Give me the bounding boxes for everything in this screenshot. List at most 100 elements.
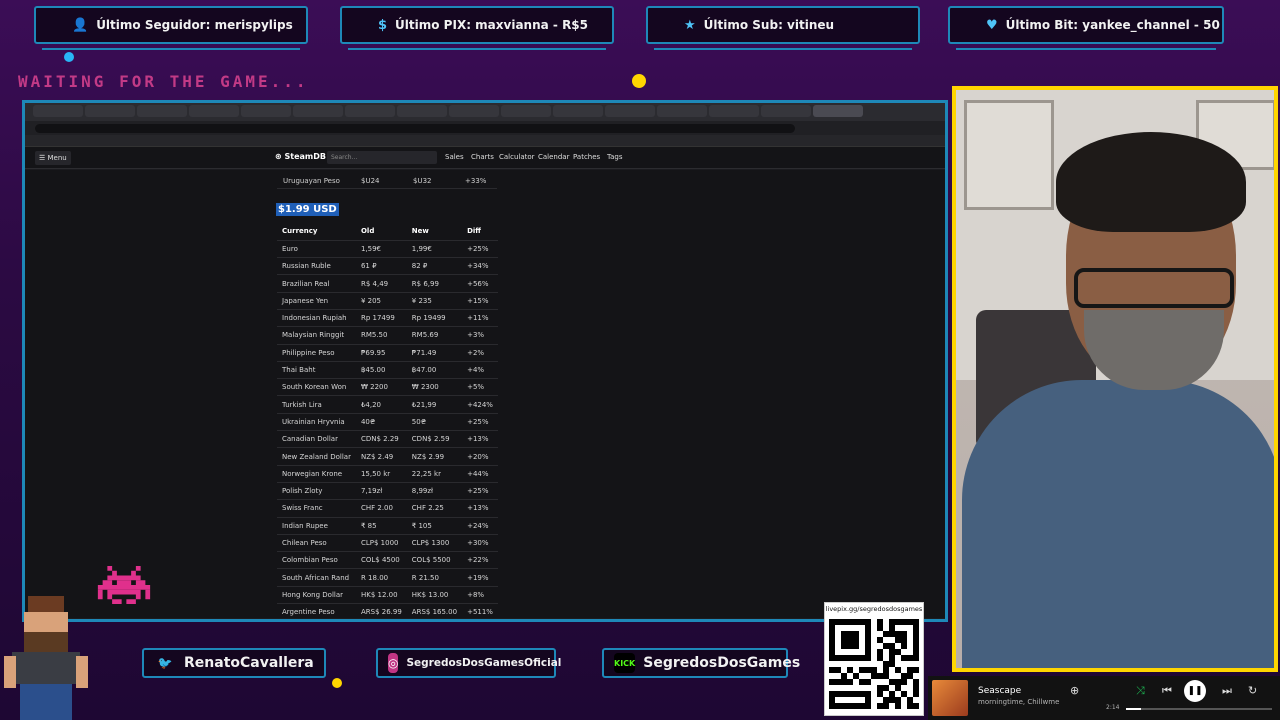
diff-cell: +11% [462, 309, 498, 328]
table-row: Swiss Franc CHF 2.00 CHF 2.25 +13% [277, 499, 498, 518]
new-price-cell: ₺21,99 [406, 395, 463, 414]
diff-cell: +24% [462, 517, 498, 535]
column-header: Old [355, 223, 407, 241]
waiting-banner: WAITING FOR THE GAME... [18, 72, 309, 91]
column-header: New [406, 223, 463, 241]
progress-bar[interactable] [1126, 708, 1272, 710]
browser-tab[interactable] [657, 105, 707, 117]
table-row: Indonesian Rupiah Rp 17499 Rp 19499 +11% [277, 309, 498, 328]
table-row: Colombian Peso COL$ 4500 COL$ 5500 +22% [277, 551, 498, 570]
currency-cell: Ukrainian Hryvnia [277, 413, 356, 432]
currency-cell: Malaysian Ringgit [277, 326, 356, 345]
elapsed-time: 2:14 [1106, 704, 1120, 711]
browser-tab[interactable] [137, 105, 187, 117]
old-price-cell: 40₴ [355, 413, 407, 432]
steamdb-logo-text: SteamDB [284, 152, 326, 161]
nav-charts[interactable]: Charts [471, 153, 494, 161]
currency-cell: Hong Kong Dollar [277, 586, 356, 605]
add-icon[interactable]: ⊕ [1070, 684, 1079, 697]
livepix-qr: livepix.gg/segredosdosgames [824, 602, 924, 716]
browser-tab[interactable] [761, 105, 811, 117]
table-row: Argentine Peso ARS$ 26.99 ARS$ 165.00 +511% [277, 603, 498, 618]
song-artist: morningtime, Chillwme [978, 698, 1060, 706]
menu-button[interactable]: ☰ Menu [35, 151, 71, 165]
table-row: Chilean Peso CLP$ 1000 CLP$ 1300 +30% [277, 534, 498, 553]
old-price-cell: HK$ 12.00 [355, 586, 407, 605]
diff-cell: +56% [462, 274, 498, 293]
new-price-cell: 22,25 kr [406, 465, 463, 483]
search-input[interactable]: Search... [327, 151, 437, 164]
next-icon[interactable]: ⏭ [1222, 684, 1232, 698]
new-price-cell: HK$ 13.00 [406, 586, 463, 605]
previous-new: $U32 [413, 177, 432, 185]
decor-dot [632, 74, 646, 88]
column-header: Diff [462, 223, 498, 241]
nav-calendar[interactable]: Calendar [538, 153, 569, 161]
repeat-icon[interactable]: ↻ [1248, 684, 1257, 697]
browser-tab[interactable] [501, 105, 551, 117]
nav-tags[interactable]: Tags [607, 153, 623, 161]
new-price-cell: 1,99€ [406, 240, 463, 259]
table-row: Indian Rupee ₹ 85 ₹ 105 +24% [277, 517, 498, 535]
twitter-label: RenatoCavallera [184, 655, 314, 671]
steamdb-logo[interactable]: ⊛ SteamDB [275, 152, 326, 161]
browser-tab[interactable] [189, 105, 239, 117]
previous-icon[interactable]: ⏮ [1162, 684, 1172, 698]
currency-cell: Canadian Dollar [277, 430, 356, 449]
last-bit-box: ♥ Último Bit: yankee_channel - 50 [948, 6, 1224, 50]
address-bar [25, 121, 945, 135]
currency-cell: Indian Rupee [277, 517, 356, 535]
last-sub-label: Último Sub: vitineu [703, 18, 835, 32]
kick-label: SegredosDosGames [643, 655, 801, 671]
currency-cell: Brazilian Real [277, 274, 356, 293]
old-price-cell: R$ 4,49 [355, 274, 407, 293]
column-header: Currency [277, 223, 356, 241]
last-bit-label: Último Bit: yankee_channel - 50 [1005, 18, 1220, 32]
new-price-cell: CHF 2.25 [406, 499, 463, 518]
old-price-cell: ฿45.00 [355, 361, 407, 380]
previous-table-row: Uruguayan Peso $U24 $U32 +33% [277, 173, 497, 189]
old-price-cell: ₹ 85 [355, 517, 407, 535]
nav-sales[interactable]: Sales [445, 153, 464, 161]
browser-tab[interactable] [553, 105, 603, 117]
browser-tab[interactable] [345, 105, 395, 117]
diff-cell: +5% [462, 378, 498, 397]
shuffle-icon[interactable]: ⤨ [1136, 684, 1145, 698]
browser-tab[interactable] [241, 105, 291, 117]
browser-tab[interactable] [449, 105, 499, 117]
webcam-feed [952, 86, 1278, 672]
browser-tab[interactable] [293, 105, 343, 117]
browser-tab[interactable] [397, 105, 447, 117]
diff-cell: +25% [462, 413, 498, 432]
nav-patches[interactable]: Patches [573, 153, 600, 161]
old-price-cell: ¥ 205 [355, 292, 407, 310]
browser-tab[interactable] [33, 105, 83, 117]
instagram-icon: ◎ [388, 653, 399, 673]
diff-cell: +13% [462, 499, 498, 518]
twitter-icon: 🐦 [157, 656, 173, 670]
old-price-cell: CHF 2.00 [355, 499, 407, 518]
nav-calculator[interactable]: Calculator [499, 153, 535, 161]
url-field[interactable] [35, 123, 795, 133]
new-price-cell: Rp 19499 [406, 309, 463, 328]
currency-cell: Polish Zloty [277, 482, 356, 501]
currency-cell: New Zealand Dollar [277, 447, 356, 466]
currency-cell: Indonesian Rupiah [277, 309, 356, 328]
browser-tab[interactable] [85, 105, 135, 117]
pause-button[interactable]: ❚❚ [1184, 680, 1206, 702]
currency-cell: Philippine Peso [277, 344, 356, 362]
old-price-cell: ₺4,20 [355, 395, 407, 414]
qr-code-icon [829, 619, 919, 709]
browser-tab-active[interactable] [813, 105, 863, 117]
browser-tab[interactable] [709, 105, 759, 117]
table-row: South African Rand R 18.00 R 21.50 +19% [277, 568, 498, 587]
browser-tab[interactable] [605, 105, 655, 117]
new-price-cell: ¥ 235 [406, 292, 463, 310]
diff-cell: +34% [462, 257, 498, 276]
table-row: New Zealand Dollar NZ$ 2.49 NZ$ 2.99 +20% [277, 447, 498, 466]
new-price-cell: ₱71.49 [406, 344, 463, 362]
new-price-cell: 50₴ [406, 413, 463, 432]
table-row: Brazilian Real R$ 4,49 R$ 6,99 +56% [277, 274, 498, 293]
diff-cell: +25% [462, 482, 498, 501]
twitter-handle: 🐦 RenatoCavallera [142, 648, 326, 678]
